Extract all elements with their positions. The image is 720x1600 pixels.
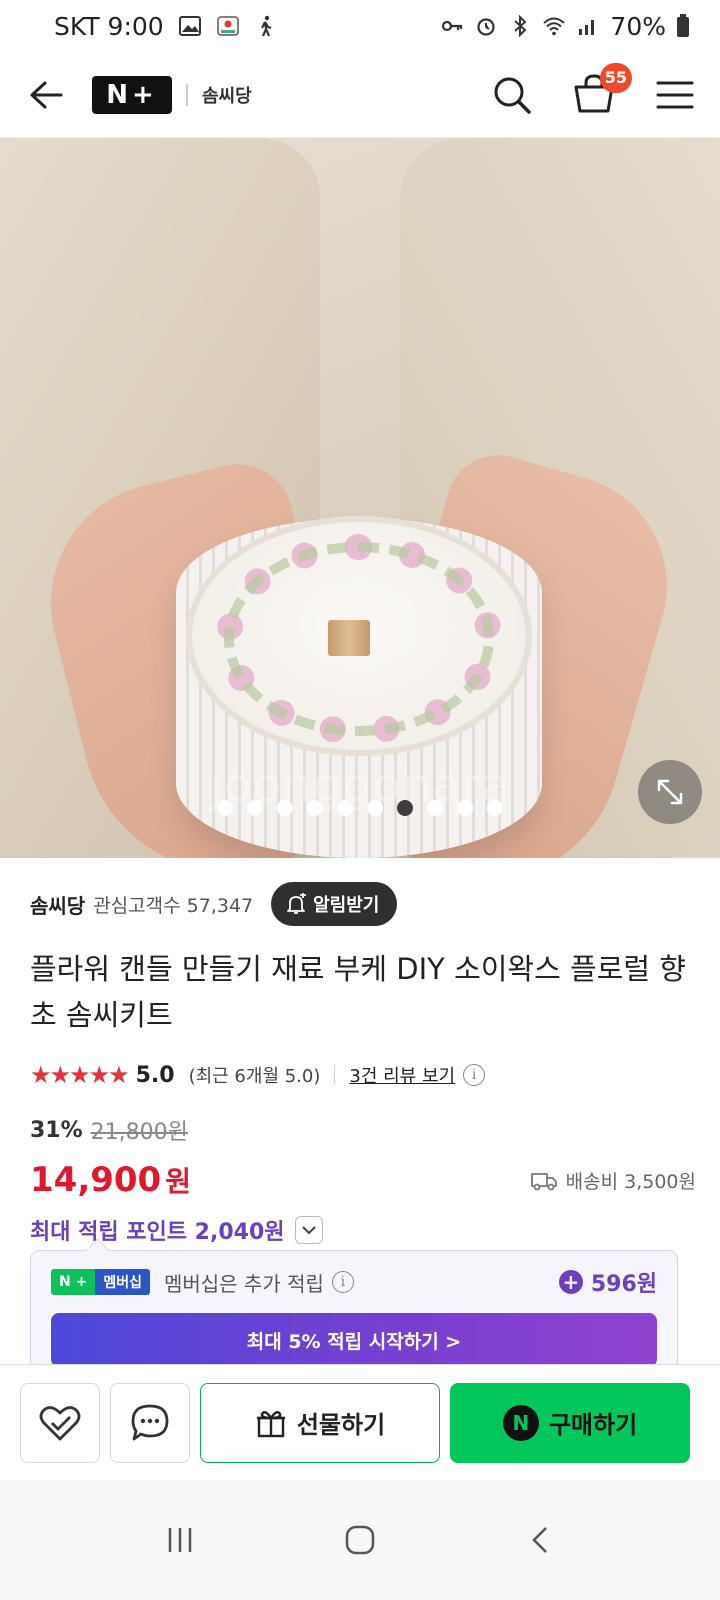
membership-points-value: 596원 bbox=[590, 1272, 657, 1297]
back-arrow-icon bbox=[30, 81, 63, 108]
review-link[interactable]: 3건 리뷰 보기 bbox=[349, 1062, 455, 1088]
home-button[interactable] bbox=[330, 1510, 390, 1570]
gallery-dot[interactable] bbox=[217, 800, 233, 816]
membership-start-button[interactable]: 최대 5% 적립 시작하기 > bbox=[51, 1313, 657, 1367]
gallery-dot[interactable] bbox=[457, 800, 473, 816]
chevron-down-icon bbox=[301, 1226, 316, 1235]
maps-icon bbox=[216, 16, 239, 36]
discount-row: 31% 21,800원 bbox=[30, 1114, 696, 1146]
truck-icon bbox=[530, 1172, 557, 1190]
gallery-dot[interactable] bbox=[487, 800, 503, 816]
alarm-icon bbox=[477, 18, 496, 36]
gift-icon bbox=[256, 1410, 285, 1437]
cart-button[interactable]: 55 bbox=[572, 62, 632, 117]
system-nav-bar bbox=[0, 1480, 720, 1600]
membership-header: N + 멤버십 멤버십은 추가 적립 i + 596원 bbox=[31, 1251, 677, 1313]
bluetooth-icon bbox=[514, 15, 527, 37]
gallery-dot[interactable] bbox=[337, 800, 353, 816]
wishlist-button[interactable] bbox=[20, 1382, 100, 1463]
rating-score: 5.0 bbox=[135, 1062, 175, 1088]
shipping-fee: 배송비 3,500원 bbox=[530, 1167, 696, 1200]
expand-icon bbox=[657, 779, 683, 805]
candle-wick bbox=[328, 620, 370, 656]
logo-divider bbox=[186, 83, 188, 106]
gift-button[interactable]: 선물하기 bbox=[200, 1382, 440, 1463]
original-price: 21,800원 bbox=[90, 1120, 188, 1145]
back-nav-button[interactable] bbox=[510, 1510, 570, 1570]
cart-count-badge: 55 bbox=[599, 62, 632, 93]
product-image-gallery[interactable]: joonggonara bbox=[0, 138, 720, 858]
gallery-dot[interactable] bbox=[247, 800, 263, 816]
product-title: 플라워 캔들 만들기 재료 부케 DIY 소이왁스 플로럴 향초 솜씨키트 bbox=[30, 952, 686, 1032]
chat-bubble-icon bbox=[131, 1404, 169, 1440]
heart-check-icon bbox=[39, 1405, 81, 1440]
expand-image-button[interactable] bbox=[638, 760, 702, 824]
battery-level: 70% bbox=[610, 11, 666, 41]
rating-stars: ★★★★★ bbox=[30, 1061, 130, 1089]
info-icon[interactable]: i bbox=[463, 1064, 486, 1086]
recent-apps-icon bbox=[168, 1528, 192, 1552]
nplus-logo[interactable]: N+ bbox=[92, 75, 172, 114]
membership-badge: N + 멤버십 bbox=[51, 1269, 150, 1295]
info-icon[interactable]: i bbox=[331, 1271, 354, 1293]
seller-row: 솜씨당 관심고객수 57,347 알림받기 bbox=[30, 880, 696, 928]
alarm-subscribe-button[interactable]: 알림받기 bbox=[271, 882, 398, 926]
rating-row: ★★★★★ 5.0 (최근 6개월 5.0) 3건 리뷰 보기 i bbox=[30, 1060, 696, 1090]
product-info: 솜씨당 관심고객수 57,347 알림받기 플라워 캔들 만들기 재료 부케 D… bbox=[30, 858, 696, 1246]
menu-icon[interactable] bbox=[656, 80, 694, 110]
alarm-label: 알림받기 bbox=[313, 895, 380, 916]
app-header: N+ 솜씨당 55 bbox=[0, 52, 720, 138]
bottom-action-bar: 선물하기 N 구매하기 bbox=[0, 1364, 720, 1480]
gallery-dot[interactable] bbox=[397, 800, 413, 816]
gallery-dot[interactable] bbox=[277, 800, 293, 816]
signal-icon bbox=[579, 20, 595, 35]
gift-label: 선물하기 bbox=[296, 1411, 386, 1439]
naver-pay-icon: N bbox=[502, 1404, 539, 1441]
inquiry-button[interactable] bbox=[110, 1382, 190, 1463]
membership-box: N + 멤버십 멤버십은 추가 적립 i + 596원 최대 5% 적립 시작하… bbox=[30, 1250, 678, 1380]
bell-plus-icon bbox=[287, 893, 307, 914]
discount-rate: 31% bbox=[30, 1117, 83, 1143]
gallery-icon bbox=[178, 16, 201, 36]
status-left: SKT 9:00 bbox=[54, 12, 278, 41]
buy-button[interactable]: N 구매하기 bbox=[450, 1382, 690, 1463]
home-icon bbox=[345, 1525, 375, 1555]
points-row: 최대 적립 포인트 2,040원 bbox=[30, 1214, 696, 1246]
gallery-pagination bbox=[0, 800, 720, 816]
battery-icon bbox=[677, 14, 689, 37]
key-icon bbox=[442, 20, 463, 32]
store-logo[interactable]: 솜씨당 bbox=[202, 82, 252, 108]
status-right: 70% bbox=[440, 12, 690, 41]
membership-points: + 596원 bbox=[558, 1266, 657, 1298]
walking-icon bbox=[260, 15, 272, 37]
price-row: 14,900 원 배송비 3,500원 bbox=[30, 1154, 696, 1200]
max-points: 최대 적립 포인트 2,040원 bbox=[30, 1220, 285, 1245]
buy-label: 구매하기 bbox=[548, 1411, 638, 1439]
sale-price: 14,900 bbox=[30, 1160, 162, 1200]
gallery-dot[interactable] bbox=[367, 800, 383, 816]
seller-name[interactable]: 솜씨당 bbox=[30, 890, 85, 919]
points-expand-button[interactable] bbox=[294, 1216, 323, 1244]
gallery-dot[interactable] bbox=[427, 800, 443, 816]
shipping-label: 배송비 3,500원 bbox=[565, 1171, 696, 1193]
follower-count: 관심고객수 57,347 bbox=[93, 894, 254, 917]
back-chevron-icon bbox=[532, 1527, 547, 1553]
divider bbox=[334, 1066, 336, 1084]
membership-text: 멤버십은 추가 적립 bbox=[163, 1271, 324, 1296]
membership-badge-label: 멤버십 bbox=[95, 1269, 150, 1295]
rating-recent: (최근 6개월 5.0) bbox=[188, 1066, 321, 1087]
currency-unit: 원 bbox=[165, 1165, 191, 1198]
gallery-dot[interactable] bbox=[307, 800, 323, 816]
plus-icon: + bbox=[558, 1270, 583, 1294]
back-button[interactable] bbox=[26, 75, 66, 115]
header-actions: 55 bbox=[492, 62, 694, 117]
status-bar: SKT 9:00 70% bbox=[0, 0, 720, 52]
recent-apps-button[interactable] bbox=[150, 1510, 210, 1570]
wifi-icon bbox=[543, 17, 566, 36]
nplus-badge: N + bbox=[51, 1269, 96, 1295]
carrier-time: SKT 9:00 bbox=[54, 11, 164, 41]
search-icon[interactable] bbox=[492, 75, 532, 115]
